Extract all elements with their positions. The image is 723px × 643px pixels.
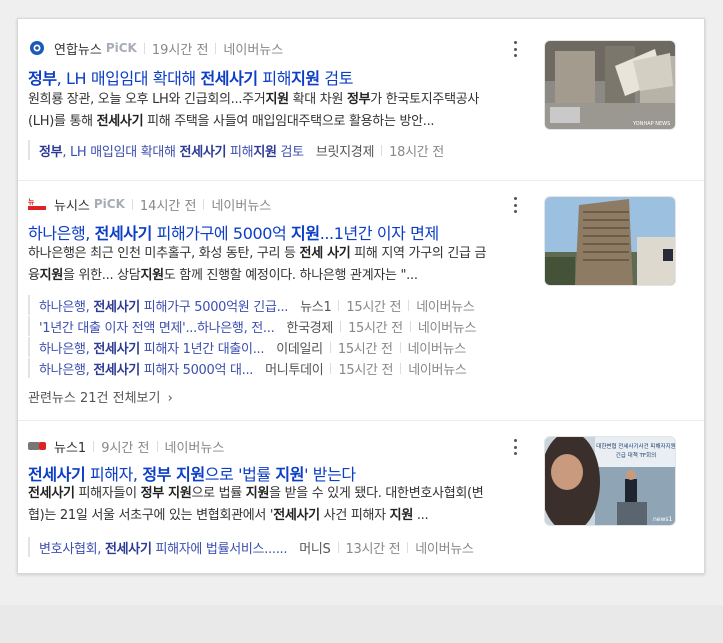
related-press: 브릿지경제 (315, 144, 375, 160)
news-thumbnail[interactable]: 대한변협 전세사기사건 피해자지원 긴급 대책 TF회의 news1 (544, 436, 676, 526)
view-all-label: 관련뉴스 21건 전체보기 (28, 391, 161, 406)
related-time: 18시간 전 (389, 144, 444, 160)
related-time: 15시간 전 (348, 320, 403, 336)
divider (340, 320, 342, 332)
related-title[interactable]: 변호사협회, 전세사기 피해자에 법률서비스...... (39, 538, 288, 557)
divider (329, 341, 331, 353)
divider (156, 440, 158, 452)
chevron-right-icon: › (167, 391, 173, 406)
divider (409, 320, 411, 332)
page-background-strip (0, 605, 723, 643)
related-press: 머니투데이 (265, 362, 324, 378)
related-news-row[interactable]: '1년간 대출 이자 전액 면제'...하나은행, 전... 한국경제 15시간… (28, 316, 476, 336)
news-thumbnail[interactable]: YONHAP NEWS (544, 40, 676, 130)
view-all-related-link[interactable]: 관련뉴스 21건 전체보기 › (28, 387, 173, 406)
pick-badge: PiCK (105, 41, 137, 55)
news-item-1: 연합뉴스 PiCK 19시간 전 네이버뉴스 정부, LH 매입임대 확대해 전… (28, 38, 678, 168)
related-press: 한국경제 (286, 320, 334, 336)
related-news-row[interactable]: 하나은행, 전세사기 피해자 1년간 대출이... 이데일리 15시간 전 네이… (28, 337, 466, 357)
thumb-watermark: YONHAP NEWS (632, 121, 670, 127)
related-source[interactable]: 네이버뉴스 (408, 359, 467, 378)
related-news-row[interactable]: 하나은행, 전세사기 피해자 5000억 대... 머니투데이 15시간 전 네… (28, 358, 467, 378)
related-title[interactable]: 정부, LH 매입임대 확대해 전세사기 피해지원 검토 (39, 141, 304, 160)
yonhap-logo-icon (28, 39, 46, 57)
newsis-logo-icon: 뉴 (28, 195, 46, 213)
item-divider (18, 420, 704, 421)
divider (407, 541, 409, 553)
related-time: 13시간 전 (345, 541, 401, 557)
related-time: 15시간 전 (338, 362, 394, 378)
related-press: 뉴스1 (300, 299, 332, 315)
thumb-banner-line2: 긴급 대책 TF회의 (616, 451, 656, 459)
divider (381, 144, 383, 156)
time-label: 19시간 전 (151, 42, 209, 58)
thumb-banner-line1: 대한변협 전세사기사건 피해자지원 (596, 442, 675, 450)
press-row: 뉴 뉴시스 PiCK 14시간 전 네이버뉴스 (28, 194, 271, 214)
more-options-icon[interactable] (512, 41, 518, 57)
related-news-row[interactable]: 변호사협회, 전세사기 피해자에 법률서비스...... 머니S 13시간 전 … (28, 537, 474, 557)
related-source[interactable]: 네이버뉴스 (415, 538, 474, 557)
news-description: 원희룡 장관, 오늘 오후 LH와 긴급회의...주거지원 확대 차원 정부가 … (28, 92, 480, 129)
related-news-row[interactable]: 하나은행, 전세사기 피해가구 5000억원 긴급... 뉴스1 15시간 전 … (28, 295, 475, 315)
news-thumbnail[interactable] (544, 196, 676, 286)
more-options-icon[interactable] (512, 197, 518, 213)
divider (131, 198, 133, 210)
news-item-2: 뉴 뉴시스 PiCK 14시간 전 네이버뉴스 하나은행, 전세사기 피해가구에… (28, 194, 678, 409)
news1-logo-icon (28, 437, 46, 455)
news-title[interactable]: 정부, LH 매입임대 확대해 전세사기 피해지원 검토 (28, 65, 353, 89)
related-time: 15시간 전 (337, 341, 393, 357)
news-title[interactable]: 전세사기 피해자, 정부 지원으로 '법률 지원' 받는다 (28, 461, 356, 485)
related-press: 머니S (299, 541, 331, 557)
related-news-row[interactable]: 정부, LH 매입임대 확대해 전세사기 피해지원 검토 브릿지경제 18시간 … (28, 140, 444, 160)
item-divider (18, 180, 704, 181)
press-name[interactable]: 뉴스1 (54, 437, 86, 456)
related-title[interactable]: 하나은행, 전세사기 피해자 5000억 대... (39, 359, 253, 378)
divider (337, 541, 339, 553)
related-source[interactable]: 네이버뉴스 (416, 296, 475, 315)
pick-badge: PiCK (93, 197, 125, 211)
time-label: 14시간 전 (139, 198, 197, 214)
related-press: 이데일리 (276, 341, 323, 357)
divider (399, 341, 401, 353)
press-name[interactable]: 연합뉴스 (54, 39, 102, 58)
news-description: 하나은행은 최근 인천 미추홀구, 화성 동탄, 구리 등 전세 사기 피해 지… (28, 246, 487, 283)
divider (400, 362, 402, 374)
divider (203, 198, 205, 210)
news-description: 전세사기 피해자들이 정부 지원으로 법률 지원을 받을 수 있게 됐다. 대한… (28, 486, 484, 523)
related-title[interactable]: 하나은행, 전세사기 피해가구 5000억원 긴급... (39, 296, 288, 315)
time-label: 9시간 전 (101, 440, 150, 456)
naver-news-link[interactable]: 네이버뉴스 (223, 39, 283, 58)
divider (215, 42, 217, 54)
news-title[interactable]: 하나은행, 전세사기 피해가구에 5000억 지원...1년간 이자 면제 (28, 220, 439, 244)
naver-news-link[interactable]: 네이버뉴스 (211, 195, 271, 214)
divider (330, 362, 332, 374)
news-item-3: 뉴스1 9시간 전 네이버뉴스 전세사기 피해자, 정부 지원으로 '법률 지원… (28, 436, 678, 566)
press-row: 뉴스1 9시간 전 네이버뉴스 (28, 436, 224, 456)
divider (143, 42, 145, 54)
divider (93, 440, 95, 452)
related-title[interactable]: '1년간 대출 이자 전액 면제'...하나은행, 전... (39, 317, 275, 336)
thumb-watermark: news1 (653, 516, 673, 523)
related-title[interactable]: 하나은행, 전세사기 피해자 1년간 대출이... (39, 338, 265, 357)
divider (408, 299, 410, 311)
more-options-icon[interactable] (512, 439, 518, 455)
press-name[interactable]: 뉴시스 (54, 195, 90, 214)
divider (338, 299, 340, 311)
related-time: 15시간 전 (346, 299, 402, 315)
press-row: 연합뉴스 PiCK 19시간 전 네이버뉴스 (28, 38, 283, 58)
naver-news-link[interactable]: 네이버뉴스 (165, 437, 225, 456)
related-source[interactable]: 네이버뉴스 (418, 317, 477, 336)
svg-text:뉴: 뉴 (28, 198, 35, 206)
related-source[interactable]: 네이버뉴스 (408, 338, 467, 357)
